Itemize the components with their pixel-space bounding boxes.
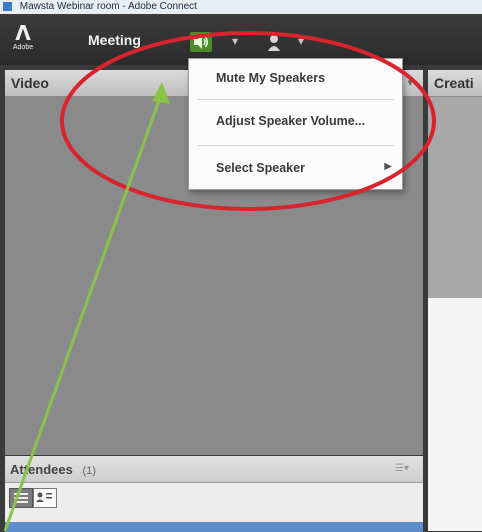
attendees-options-icon[interactable]: ☰▾ — [395, 463, 409, 474]
speaker-icon — [194, 35, 208, 49]
microphone-icon — [268, 35, 280, 51]
window-titlebar: Mawsta Webinar room - Adobe Connect — [0, 0, 482, 14]
meeting-menu[interactable]: Meeting — [88, 32, 141, 48]
window-title: Mawsta Webinar room - Adobe Connect — [19, 1, 197, 12]
menu-divider — [197, 145, 394, 146]
video-pod-title: Video — [11, 75, 49, 91]
attendees-title-label: Attendees — [10, 462, 73, 477]
menu-item-label: Adjust Speaker Volume... — [216, 114, 366, 128]
menu-item-adjust-volume[interactable]: Adjust Speaker Volume... — [189, 104, 402, 140]
microphone-chevron-down-icon[interactable]: ▾ — [298, 34, 304, 48]
attendees-count: (1) — [82, 465, 96, 477]
menu-item-select-speaker[interactable]: Select Speaker ▶ — [189, 151, 402, 187]
adobe-logo-text: Adobe — [12, 44, 34, 51]
speaker-button[interactable] — [190, 32, 212, 52]
menu-item-label: Select Speaker — [216, 161, 305, 175]
list-view-icon[interactable] — [9, 488, 33, 508]
submenu-arrow-icon: ▶ — [384, 161, 392, 172]
attendee-view-toggle — [9, 488, 89, 508]
speaker-chevron-down-icon[interactable]: ▾ — [232, 34, 238, 48]
menu-item-label: Mute My Speakers — [216, 71, 326, 85]
menu-divider — [197, 99, 394, 100]
right-pod-header: Creati — [428, 70, 482, 97]
speaker-dropdown-menu: Mute My Speakers Adjust Speaker Volume..… — [188, 58, 403, 190]
right-pod-title: Creati — [434, 75, 474, 91]
menu-item-mute-speakers[interactable]: Mute My Speakers — [189, 61, 402, 97]
attendees-pod-header: Attendees (1) ☰▾ — [5, 456, 423, 483]
app-icon — [3, 2, 12, 11]
pod-options-icon[interactable]: ▾ — [407, 76, 413, 89]
adobe-logo: Λ Adobe — [10, 22, 36, 54]
microphone-button[interactable] — [265, 34, 285, 54]
attendee-card-view-icon[interactable] — [33, 488, 57, 508]
attendees-pod: Attendees (1) ☰▾ — [5, 456, 423, 532]
right-pod-content — [428, 298, 482, 531]
adobe-logo-mark: Λ — [15, 21, 31, 45]
attendees-title: Attendees (1) — [10, 462, 96, 477]
